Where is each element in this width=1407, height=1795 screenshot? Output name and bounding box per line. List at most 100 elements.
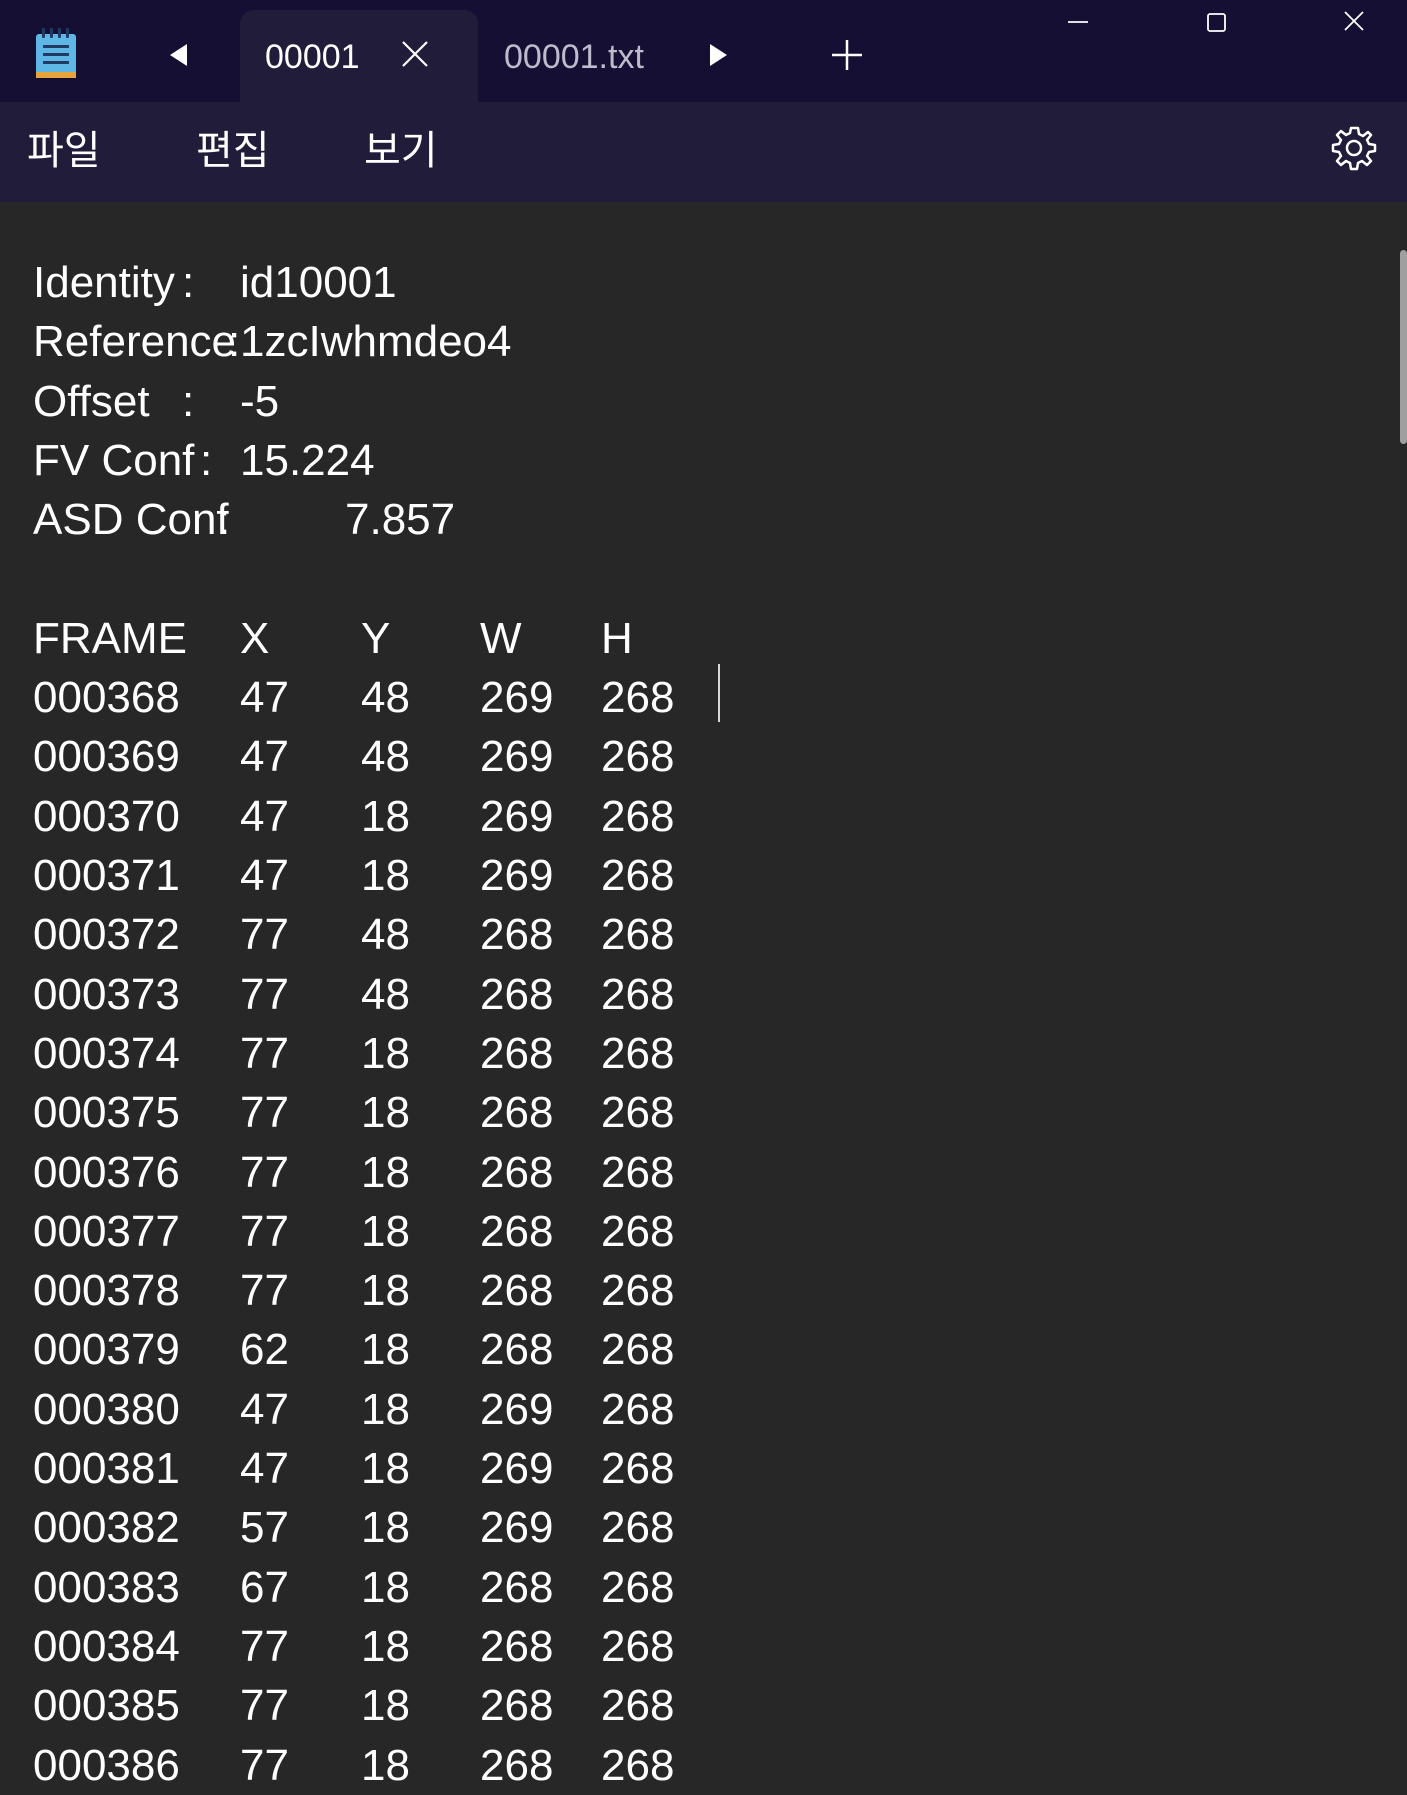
gear-icon[interactable]	[1330, 124, 1378, 172]
table-cell: 18	[361, 1622, 410, 1671]
table-cell: 268	[480, 1681, 554, 1730]
maximize-icon[interactable]	[1196, 8, 1236, 48]
header-line: ASD Conf: 7.857	[33, 490, 733, 549]
table-cell: 269	[480, 851, 554, 900]
header-key: FV Conf	[33, 436, 195, 485]
table-cell: 269	[480, 1444, 554, 1493]
table-cell: 268	[601, 1325, 675, 1374]
table-cell: 77	[240, 1266, 289, 1315]
table-cell: 77	[240, 1029, 289, 1078]
tab-active[interactable]: 00001	[240, 10, 478, 102]
table-cell: 000368	[33, 673, 180, 722]
table-cell: 77	[240, 1622, 289, 1671]
table-row: 000375 77 18 268 268	[33, 1083, 733, 1142]
table-cell: 000386	[33, 1741, 180, 1790]
scroll-tabs-right-icon[interactable]	[710, 44, 727, 66]
table-cell: 000382	[33, 1503, 180, 1552]
table-cell: 47	[240, 1444, 289, 1493]
table-cell: 48	[361, 732, 410, 781]
header-value: 1zcIwhmdeo4	[240, 317, 512, 366]
table-cell: 000378	[33, 1266, 180, 1315]
table-row: 000377 77 18 268 268	[33, 1202, 733, 1261]
header-line: Reference:1zcIwhmdeo4	[33, 312, 733, 371]
table-cell: 268	[480, 970, 554, 1019]
table-cell: 000369	[33, 732, 180, 781]
table-cell: 268	[601, 792, 675, 841]
column-header: W	[480, 614, 522, 663]
table-cell: 18	[361, 851, 410, 900]
column-header: X	[240, 614, 270, 663]
table-cell: 48	[361, 910, 410, 959]
table-cell: 000384	[33, 1622, 180, 1671]
table-cell: 268	[601, 1741, 675, 1790]
table-cell: 47	[240, 851, 289, 900]
table-cell: 67	[240, 1563, 289, 1612]
scroll-tabs-left-icon[interactable]	[170, 44, 187, 66]
table-row: 000381 47 18 269 268	[33, 1439, 733, 1498]
tab-inactive[interactable]: 00001.txt	[504, 37, 644, 77]
new-tab-icon[interactable]	[830, 38, 864, 72]
table-cell: 268	[480, 1207, 554, 1256]
table-cell: 77	[240, 1148, 289, 1197]
table-cell: 000371	[33, 851, 180, 900]
table-cell: 47	[240, 1385, 289, 1434]
table-cell: 000385	[33, 1681, 180, 1730]
table-cell: 000381	[33, 1444, 180, 1493]
close-tab-icon[interactable]	[400, 39, 430, 69]
table-cell: 268	[601, 1088, 675, 1137]
table-cell: 268	[601, 1207, 675, 1256]
table-cell: 000374	[33, 1029, 180, 1078]
menu-file[interactable]: 파일	[27, 127, 101, 175]
table-cell: 268	[601, 1681, 675, 1730]
table-row: 000369 47 48 269 268	[33, 727, 733, 786]
column-header: Y	[361, 614, 391, 663]
tab-label: 00001	[265, 38, 360, 76]
table-cell: 62	[240, 1325, 289, 1374]
table-row: 000373 77 48 268 268	[33, 965, 733, 1024]
header-sep: :	[200, 436, 213, 485]
header-value: 7.857	[345, 495, 456, 544]
table-cell: 18	[361, 1503, 410, 1552]
menu-edit[interactable]: 편집	[196, 127, 270, 175]
table-cell: 000372	[33, 910, 180, 959]
header-sep: :	[182, 377, 195, 426]
table-row: 000376 77 18 268 268	[33, 1143, 733, 1202]
menu-view[interactable]: 보기	[364, 127, 438, 175]
table-cell: 18	[361, 792, 410, 841]
column-header: H	[601, 614, 633, 663]
table-cell: 268	[601, 1148, 675, 1197]
table-cell: 268	[601, 1622, 675, 1671]
table-cell: 268	[601, 673, 675, 722]
scrollbar-thumb[interactable]	[1400, 250, 1407, 444]
table-cell: 18	[361, 1385, 410, 1434]
table-cell: 269	[480, 1385, 554, 1434]
header-key: Identity	[33, 258, 175, 307]
table-row: 000371 47 18 269 268	[33, 846, 733, 905]
minimize-icon[interactable]	[1058, 8, 1098, 48]
table-cell: 000376	[33, 1148, 180, 1197]
table-cell: 18	[361, 1325, 410, 1374]
table-cell: 18	[361, 1029, 410, 1078]
table-cell: 268	[480, 1563, 554, 1612]
table-header-row: FRAME X Y W H	[33, 609, 733, 668]
table-cell: 268	[480, 1325, 554, 1374]
table-row: 000386 77 18 268 268	[33, 1736, 733, 1795]
close-window-icon[interactable]	[1334, 8, 1374, 48]
table-cell: 000377	[33, 1207, 180, 1256]
table-cell: 268	[480, 910, 554, 959]
menu-bar: 파일 편집 보기	[0, 102, 1407, 202]
table-cell: 268	[601, 1029, 675, 1078]
table-row: 000368 47 48 269 268	[33, 668, 733, 727]
header-line: Identity: id10001	[33, 253, 733, 312]
table-cell: 268	[601, 732, 675, 781]
table-cell: 269	[480, 792, 554, 841]
column-header: FRAME	[33, 614, 187, 663]
header-sep: :	[182, 258, 195, 307]
header-sep: :	[228, 317, 241, 366]
table-cell: 47	[240, 732, 289, 781]
table-cell: 268	[601, 970, 675, 1019]
table-cell: 18	[361, 1207, 410, 1256]
table-cell: 268	[480, 1622, 554, 1671]
table-cell: 268	[480, 1029, 554, 1078]
header-value: id10001	[240, 258, 397, 307]
